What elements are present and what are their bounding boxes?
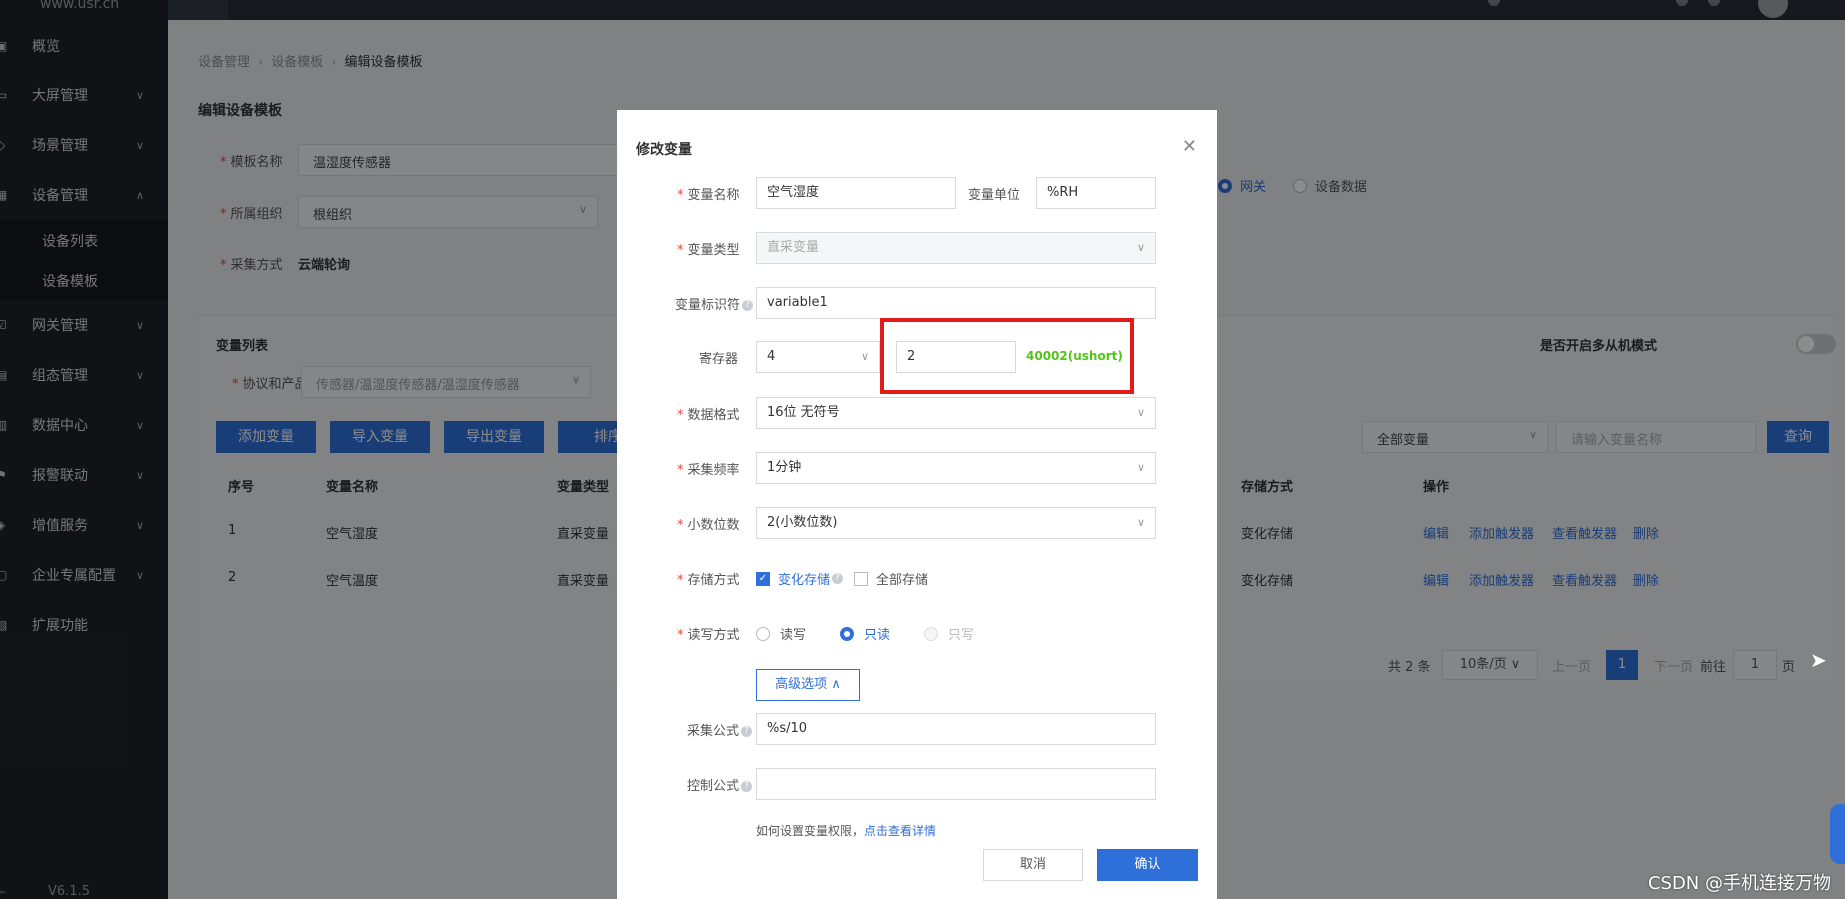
identifier-input[interactable]: variable1: [756, 287, 1156, 319]
unit-input[interactable]: %RH: [1036, 177, 1156, 209]
register-type-select[interactable]: 4 ∨: [756, 341, 880, 373]
collect-formula-input[interactable]: %s/10: [756, 713, 1156, 745]
watermark: CSDN @手机连接万物: [1647, 873, 1831, 894]
close-icon[interactable]: ✕: [1182, 136, 1197, 157]
storage-label: * 存储方式: [677, 573, 740, 588]
confirm-button[interactable]: 确认: [1097, 849, 1198, 881]
decimal-select[interactable]: 2(小数位数) ∨: [756, 507, 1156, 539]
chevron-down-icon: ∨: [1136, 406, 1145, 419]
control-formula-input[interactable]: [756, 768, 1156, 800]
advanced-options-button[interactable]: 高级选项 ∧: [756, 669, 860, 701]
var-name-input[interactable]: 空气湿度: [756, 177, 956, 209]
register-label: 寄存器: [699, 352, 739, 367]
chevron-down-icon: ∨: [1136, 241, 1145, 254]
decimal-label: * 小数位数: [677, 518, 740, 533]
rw-radio-readwrite[interactable]: 读写: [756, 624, 806, 643]
help-icon[interactable]: ?: [741, 726, 753, 737]
help-icon[interactable]: ?: [741, 781, 753, 792]
collect-freq-label: * 采集频率: [677, 463, 740, 478]
var-type-label: * 变量类型: [677, 243, 740, 258]
control-formula-label: 控制公式?: [687, 775, 753, 794]
rw-radio-writeonly: 只写: [924, 624, 974, 643]
collect-freq-select[interactable]: 1分钟 ∨: [756, 452, 1156, 484]
identifier-label: 变量标识符?: [675, 294, 754, 313]
chevron-down-icon: ∨: [860, 350, 869, 363]
storage-all-checkbox[interactable]: 全部存储: [854, 569, 928, 588]
data-format-label: * 数据格式: [677, 408, 740, 423]
check-icon: ✓: [756, 571, 770, 586]
help-icon[interactable]: ?: [832, 573, 844, 584]
chevron-down-icon: ∨: [1136, 516, 1145, 529]
permission-detail-link[interactable]: 点击查看详情: [864, 824, 936, 838]
highlight-box: [880, 318, 1134, 394]
floating-service-widget[interactable]: [1830, 804, 1845, 864]
rw-radio-readonly[interactable]: 只读: [840, 624, 890, 643]
edit-variable-modal: 修改变量 ✕ * 变量名称 空气湿度 变量单位 %RH * 变量类型 直采变量 ∨ 变…: [617, 110, 1217, 899]
storage-change-checkbox[interactable]: ✓ 变化存储?: [756, 569, 844, 588]
data-format-select[interactable]: 16位 无符号 ∨: [756, 397, 1156, 429]
rw-label: * 读写方式: [677, 628, 740, 643]
chevron-down-icon: ∨: [1136, 461, 1145, 474]
mouse-cursor-icon: ➤: [1810, 648, 1827, 672]
cancel-button[interactable]: 取消: [983, 849, 1083, 881]
collect-formula-label: 采集公式?: [687, 720, 753, 739]
unit-label: 变量单位: [968, 188, 1021, 203]
permission-note: 如何设置变量权限，点击查看详情: [756, 824, 937, 838]
help-icon[interactable]: ?: [742, 300, 754, 311]
var-name-label: * 变量名称: [677, 188, 740, 203]
var-type-select: 直采变量 ∨: [756, 232, 1156, 264]
modal-title: 修改变量: [636, 142, 692, 158]
chevron-up-icon: ∧: [831, 677, 841, 692]
